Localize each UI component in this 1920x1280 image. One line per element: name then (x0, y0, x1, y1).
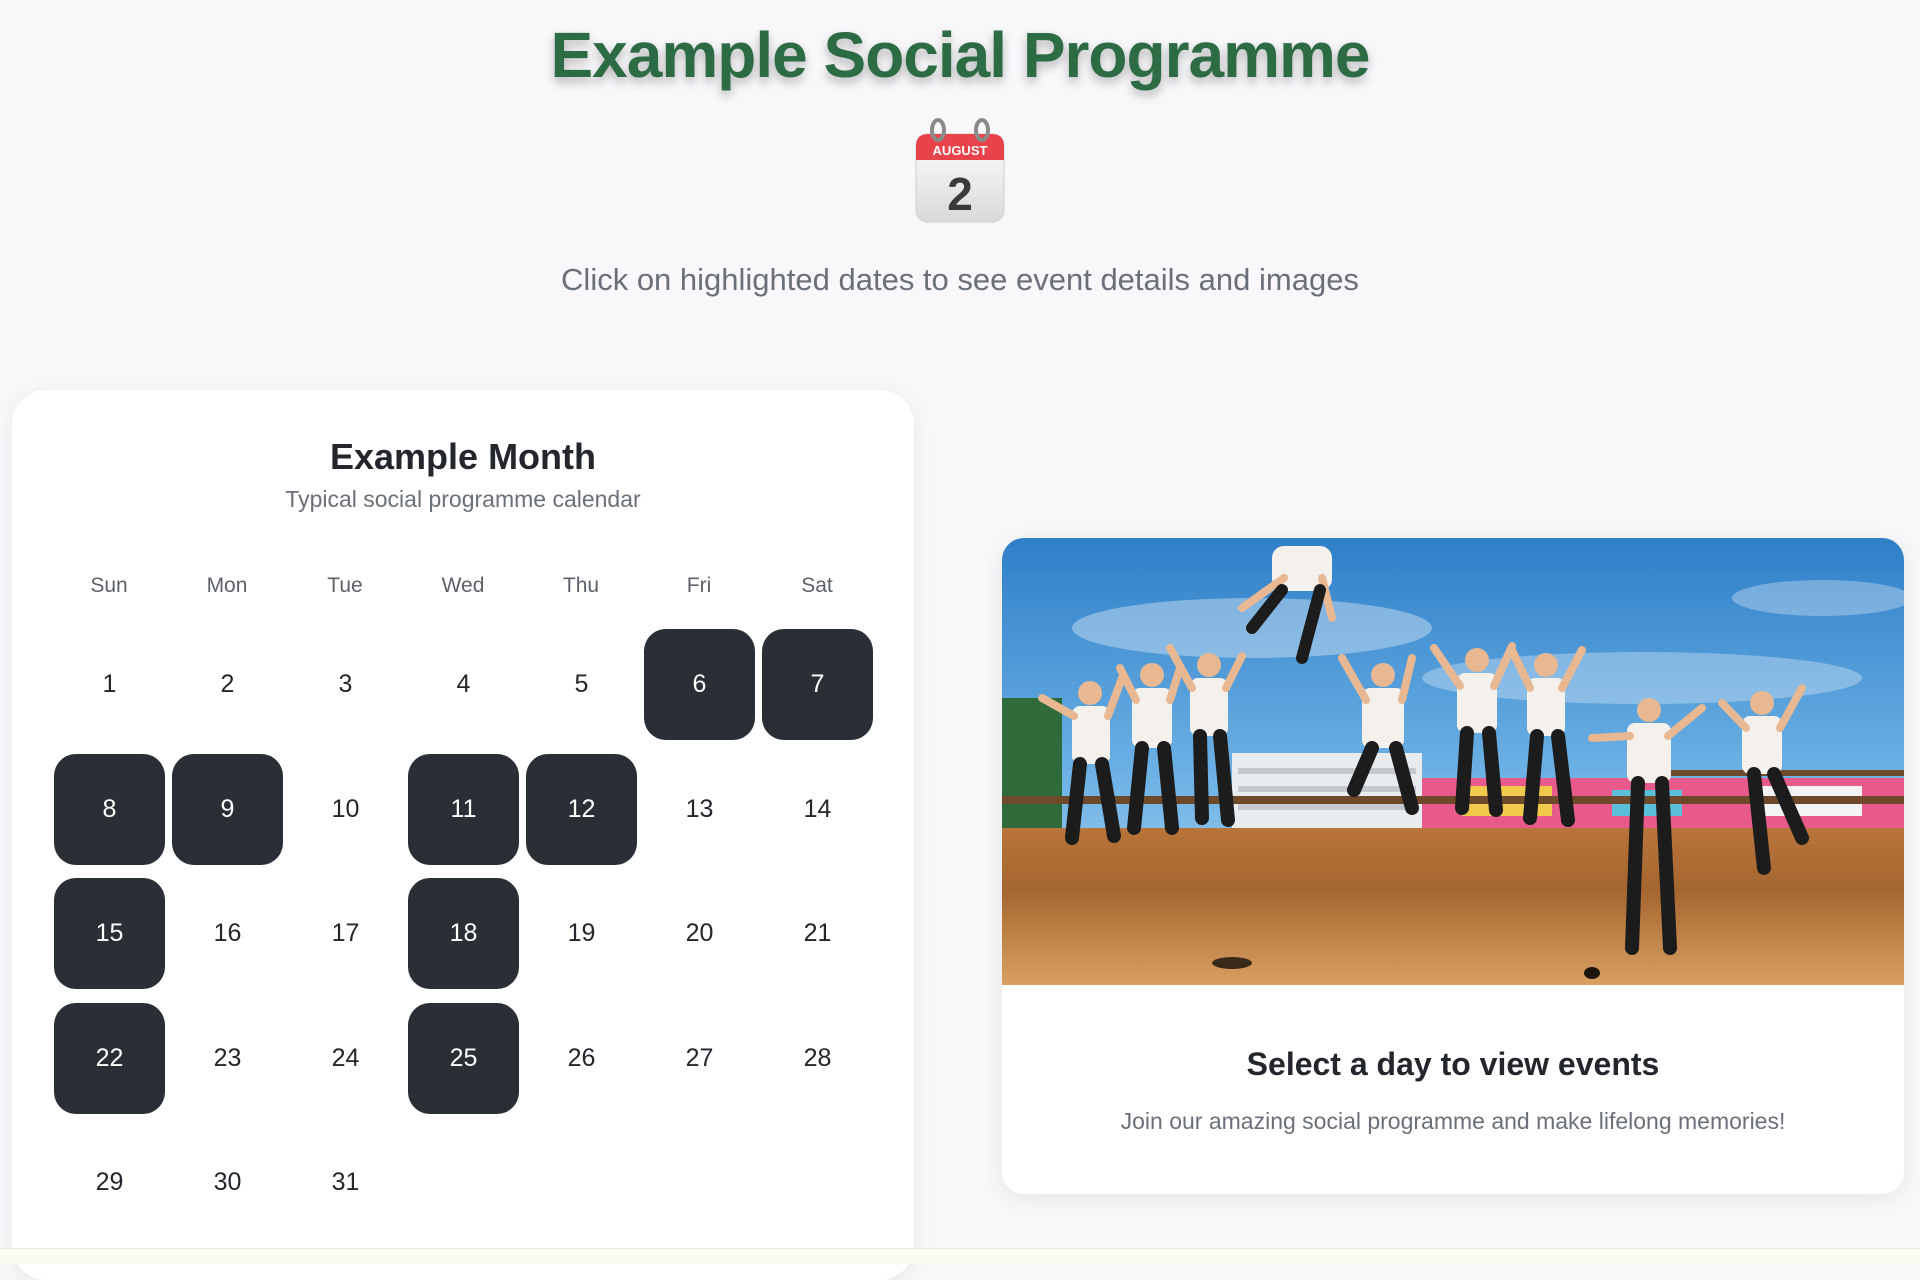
calendar-icon: AUGUST 2 (915, 118, 1005, 223)
day-cell[interactable]: 31 (290, 1127, 401, 1238)
event-day-cell[interactable]: 12 (526, 754, 637, 865)
calendar-icon-month: AUGUST (933, 143, 988, 158)
event-day-cell[interactable]: 15 (54, 878, 165, 989)
day-cell[interactable]: 17 (290, 878, 401, 989)
day-cell[interactable]: 13 (644, 754, 755, 865)
group-jumping-photo (1002, 538, 1904, 985)
calendar-card: Example Month Typical social programme c… (12, 390, 914, 1280)
day-cell[interactable]: 28 (762, 1003, 873, 1114)
page-footer-strip (0, 1248, 1920, 1264)
day-cell[interactable]: 4 (408, 629, 519, 740)
event-day-cell[interactable]: 9 (172, 754, 283, 865)
day-cell[interactable]: 19 (526, 878, 637, 989)
day-cell[interactable]: 21 (762, 878, 873, 989)
page-subtitle: Click on highlighted dates to see event … (561, 262, 1359, 297)
panel-subtitle: Join our amazing social programme and ma… (1120, 1108, 1786, 1134)
event-day-cell[interactable]: 7 (762, 629, 873, 740)
day-cell[interactable]: 29 (54, 1127, 165, 1238)
calendar-icon-day: 2 (947, 168, 973, 220)
panel-title: Select a day to view events (1246, 1046, 1660, 1082)
day-cell[interactable]: 16 (172, 878, 283, 989)
day-cell[interactable]: 10 (290, 754, 401, 865)
page-title: Example Social Programme (550, 19, 1370, 91)
event-day-cell[interactable]: 25 (408, 1003, 519, 1114)
day-cell[interactable]: 5 (526, 629, 637, 740)
day-cell[interactable]: 20 (644, 878, 755, 989)
event-panel: Select a day to view events Join our ama… (1002, 538, 1904, 1194)
day-cell[interactable]: 14 (762, 754, 873, 865)
event-day-cell[interactable]: 6 (644, 629, 755, 740)
day-cell[interactable]: 2 (172, 629, 283, 740)
day-cell[interactable]: 26 (526, 1003, 637, 1114)
day-cell[interactable]: 23 (172, 1003, 283, 1114)
day-cell[interactable]: 24 (290, 1003, 401, 1114)
day-cell[interactable]: 30 (172, 1127, 283, 1238)
day-cell[interactable]: 3 (290, 629, 401, 740)
day-cell[interactable]: 27 (644, 1003, 755, 1114)
event-day-cell[interactable]: 18 (408, 878, 519, 989)
event-day-cell[interactable]: 8 (54, 754, 165, 865)
day-grid: 1 2 3 4 5 6 7 8 9 10 11 12 13 14 15 16 1… (12, 390, 914, 1280)
event-day-cell[interactable]: 22 (54, 1003, 165, 1114)
day-cell[interactable]: 1 (54, 629, 165, 740)
event-day-cell[interactable]: 11 (408, 754, 519, 865)
